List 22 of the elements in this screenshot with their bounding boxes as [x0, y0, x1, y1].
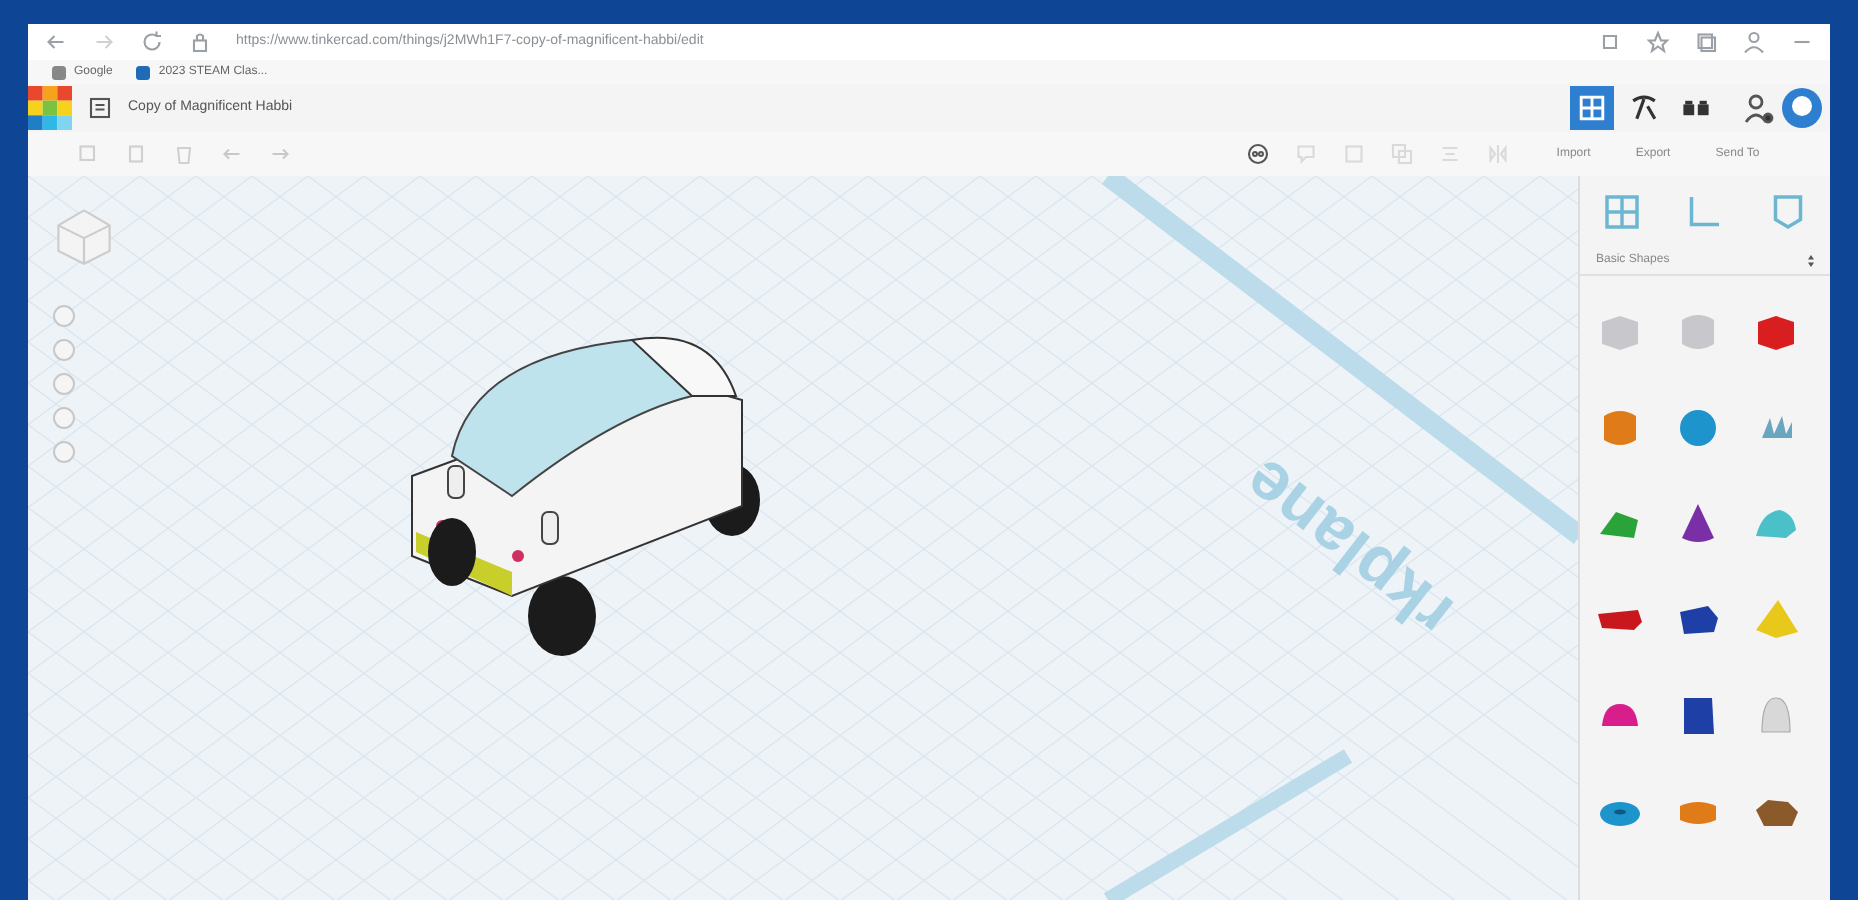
view-cube-icon[interactable] [52, 204, 116, 268]
bookmark-icon [52, 65, 66, 79]
logo-icon[interactable] [28, 86, 72, 130]
profile-icon[interactable] [1742, 30, 1766, 54]
workplane-icon[interactable] [1601, 192, 1642, 232]
avatar-icon[interactable] [1782, 88, 1822, 128]
hammer-icon [1626, 90, 1662, 126]
star-icon[interactable] [1646, 30, 1670, 54]
lock-icon[interactable] [188, 30, 212, 54]
add-user-icon[interactable] [1742, 92, 1774, 124]
delete-icon[interactable] [172, 142, 196, 166]
grid-view-button[interactable] [1570, 86, 1614, 130]
bookmark-icon [136, 65, 151, 79]
collections-icon[interactable] [1694, 30, 1718, 54]
back-icon[interactable] [44, 30, 68, 54]
refresh-icon[interactable] [140, 30, 164, 54]
grid-icon [1574, 90, 1610, 126]
forward-icon[interactable] [92, 30, 116, 54]
design-list-icon[interactable] [88, 96, 112, 120]
eye-icon[interactable] [1246, 142, 1270, 166]
dropdown-caret-icon[interactable] [1808, 254, 1814, 268]
ruler-icon[interactable] [1684, 192, 1725, 232]
